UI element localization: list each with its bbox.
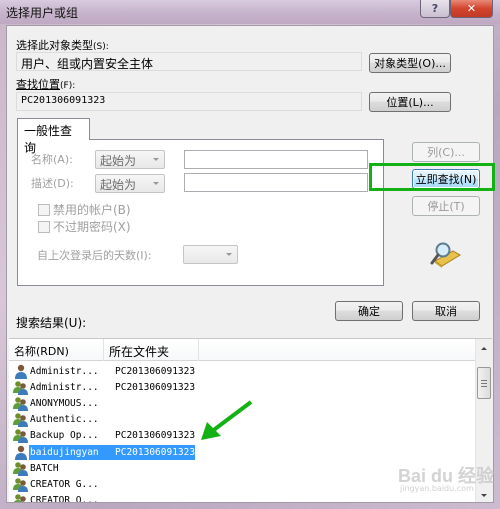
row-text: Administr... PC201306091323: [29, 380, 195, 395]
row-name: Administr...: [30, 381, 99, 393]
days-since-login-label: 自上次登录后的天数(I):: [37, 249, 152, 262]
window-title: 选择用户或组: [6, 6, 79, 20]
result-row[interactable]: baidujingyan PC201306091323: [9, 444, 477, 460]
grip-line: [481, 386, 487, 387]
row-name: Authentic...: [30, 414, 99, 426]
row-text: CREATOR G...: [29, 477, 115, 492]
column-header-empty: [199, 339, 477, 361]
location-label-text: 查找位置: [16, 78, 60, 91]
grip-line: [481, 383, 487, 384]
row-name: CREATOR G...: [30, 478, 99, 490]
scroll-down-icon[interactable]: [481, 494, 487, 497]
scroll-thumb[interactable]: [477, 367, 491, 399]
locations-button[interactable]: 位置(L)...: [369, 92, 451, 112]
title-bar: 选择用户或组 ? ✕: [0, 0, 500, 24]
disabled-accounts-label: 禁用的帐户(B): [53, 203, 131, 217]
name-mode-select[interactable]: 起始为: [95, 150, 165, 169]
non-expiring-password-label: 不过期密码(X): [53, 220, 131, 234]
row-text: Authentic...: [29, 412, 115, 427]
help-icon: ?: [431, 2, 439, 15]
result-row[interactable]: Administr... PC201306091323: [9, 363, 477, 379]
result-row[interactable]: Administr... PC201306091323: [9, 379, 477, 395]
tab-common-queries[interactable]: 一般性查询: [17, 118, 90, 155]
name-mode-value: 起始为: [100, 154, 137, 168]
checkbox-box[interactable]: [38, 220, 50, 233]
description-mode-value: 起始为: [100, 178, 137, 192]
find-now-button[interactable]: 立即查找(N): [412, 169, 480, 189]
row-name: ANONYMOUS...: [30, 397, 99, 409]
checkbox-box[interactable]: [38, 203, 50, 216]
row-name: CREATOR O...: [30, 495, 99, 502]
description-mode-select[interactable]: 起始为: [95, 174, 165, 193]
row-folder: PC201306091323: [115, 381, 196, 393]
baidu-watermark-url: jingyan.baidu.com: [400, 484, 474, 493]
row-name: Backup Op...: [30, 430, 99, 442]
row-name: Administr...: [30, 365, 99, 377]
group-icon: [13, 396, 29, 411]
group-icon: [13, 412, 29, 428]
object-type-hotkey: (S):: [93, 42, 109, 52]
close-button[interactable]: ✕: [450, 0, 493, 18]
scroll-up-icon[interactable]: [481, 347, 487, 350]
location-hotkey: (F):: [60, 81, 76, 91]
row-text: CREATOR O...: [29, 493, 115, 502]
row-text: BATCH: [29, 461, 115, 476]
location-label: 查找位置(F):: [16, 76, 75, 92]
common-queries-panel: 名称(A): 起始为 描述(D): 起始为 禁用的帐户(B) 不过期密码(X) …: [17, 139, 384, 286]
row-folder: PC201306091323: [115, 365, 196, 377]
row-text: Backup Op... PC201306091323: [29, 428, 195, 443]
name-input[interactable]: [184, 150, 368, 169]
chevron-down-icon: [153, 182, 159, 185]
annotation-arrow: [201, 400, 253, 440]
group-icon: [13, 493, 29, 502]
row-text: baidujingyan PC201306091323: [29, 444, 196, 460]
ok-button[interactable]: 确定: [335, 301, 403, 321]
columns-button[interactable]: 列(C)...: [412, 142, 480, 162]
object-type-label: 选择此对象类型(S):: [16, 37, 109, 53]
user-icon: [13, 364, 29, 379]
stop-button[interactable]: 停止(T): [412, 196, 480, 216]
close-icon: ✕: [466, 2, 477, 15]
group-icon: [13, 428, 29, 444]
column-header-folder[interactable]: 所在文件夹: [104, 339, 199, 361]
result-row[interactable]: CREATOR O...: [9, 493, 477, 502]
cancel-button[interactable]: 取消: [412, 301, 480, 321]
row-folder: PC201306091323: [115, 446, 196, 458]
grip-line: [481, 380, 487, 381]
search-magnifier-icon: [429, 241, 461, 269]
non-expiring-password-checkbox[interactable]: 不过期密码(X): [38, 218, 131, 235]
object-type-field: 用户、组或内置安全主体: [16, 52, 362, 71]
location-field: PC201306091323: [16, 92, 362, 111]
help-button[interactable]: ?: [420, 0, 450, 18]
row-name: BATCH: [30, 462, 59, 474]
row-text: ANONYMOUS...: [29, 396, 115, 411]
row-text: Administr... PC201306091323: [29, 364, 195, 379]
row-name: baidujingyan: [30, 446, 99, 458]
description-input[interactable]: [184, 173, 368, 192]
column-header-name[interactable]: 名称(RDN): [9, 339, 104, 361]
user-icon: [13, 445, 29, 460]
row-folder: PC201306091323: [115, 430, 196, 442]
chevron-down-icon: [226, 253, 232, 256]
group-icon: [13, 461, 29, 476]
search-results-label: 搜索结果(U):: [16, 316, 87, 330]
description-label: 描述(D):: [31, 177, 74, 190]
results-header: 名称(RDN) 所在文件夹: [9, 339, 477, 361]
chevron-down-icon: [153, 158, 159, 161]
group-icon: [13, 380, 29, 395]
disabled-accounts-checkbox[interactable]: 禁用的帐户(B): [38, 201, 131, 218]
days-since-login-select[interactable]: [183, 245, 238, 264]
object-type-label-text: 选择此对象类型: [16, 39, 93, 52]
name-label: 名称(A):: [31, 153, 73, 166]
group-icon: [13, 477, 29, 492]
object-types-button[interactable]: 对象类型(O)...: [369, 53, 451, 73]
